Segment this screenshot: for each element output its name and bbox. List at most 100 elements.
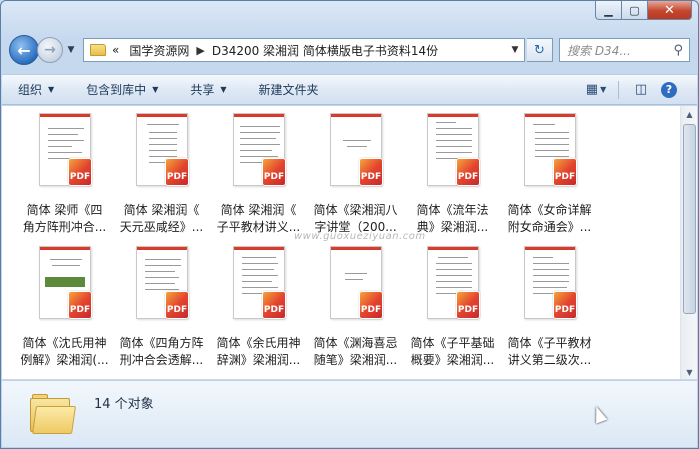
- share-button[interactable]: 共享 ▼: [190, 81, 226, 98]
- change-view-button[interactable]: ▦ ▼: [582, 80, 610, 100]
- file-name-line: 随笔》梁湘润...: [313, 353, 398, 367]
- folder-icon: [90, 44, 106, 56]
- pdf-file-icon: PDF: [262, 158, 286, 186]
- file-item[interactable]: PDF 简体《流年法 典》梁湘润...: [404, 110, 501, 243]
- file-name-line: 简体 梁湘润《: [220, 203, 297, 217]
- file-name-line: 例解》梁湘润(...: [20, 353, 109, 367]
- vertical-scrollbar[interactable]: ▲ ▼: [680, 106, 697, 379]
- file-name: 简体 梁湘润《 子平教材讲义...: [210, 202, 307, 236]
- forward-arrow-icon[interactable]: →: [37, 37, 63, 63]
- file-item[interactable]: PDF 简体《渊海喜忌 随笔》梁湘润...: [307, 243, 404, 376]
- file-item[interactable]: PDF 简体《子平基础 概要》梁湘润...: [404, 243, 501, 376]
- file-name: 简体《四角方阵 刑冲合会透解...: [113, 335, 210, 369]
- item-count: 14 个对象: [94, 397, 154, 412]
- folder-icon: [30, 394, 76, 434]
- search-placeholder: 搜索 D34...: [567, 43, 631, 58]
- scroll-up-icon[interactable]: ▲: [682, 106, 697, 122]
- file-item[interactable]: PDF 简体《女命详解 附女命通会》...: [501, 110, 598, 243]
- view-grid-icon: ▦: [585, 82, 599, 97]
- file-grid: PDF 简体 梁师《四 角方阵刑冲合... PDF 简体 梁湘润《 天元巫咸经》... PD…: [16, 110, 598, 376]
- file-name-line: 子平教材讲义...: [216, 220, 301, 234]
- pdf-file-icon: PDF: [165, 158, 189, 186]
- file-name: 简体《渊海喜忌 随笔》梁湘润...: [307, 335, 404, 369]
- file-name-line: 天元巫咸经》...: [119, 220, 204, 234]
- new-folder-label: 新建文件夹: [258, 83, 319, 97]
- chevron-down-icon: ▼: [600, 85, 607, 94]
- file-name: 简体 梁湘润《 天元巫咸经》...: [113, 202, 210, 236]
- chevron-down-icon: ▼: [220, 85, 227, 94]
- search-input[interactable]: 搜索 D34... ⚲: [559, 38, 690, 62]
- chevron-down-icon[interactable]: ▼: [506, 45, 524, 55]
- file-name-line: 附女命通会》...: [507, 220, 592, 234]
- breadcrumb-overflow[interactable]: «: [112, 43, 119, 57]
- back-arrow-icon[interactable]: ←: [9, 35, 39, 65]
- file-name-line: 简体《女命详解: [507, 203, 592, 217]
- preview-pane-button[interactable]: ◫: [627, 80, 655, 100]
- pdf-file-icon: PDF: [456, 291, 480, 319]
- file-item[interactable]: PDF 简体 梁湘润《 天元巫咸经》...: [113, 110, 210, 243]
- refresh-icon[interactable]: ↻: [527, 38, 553, 62]
- toolbar-separator: [618, 80, 619, 99]
- file-item[interactable]: PDF 简体《梁湘润八 字讲堂（200...: [307, 110, 404, 243]
- pdf-file-icon: PDF: [553, 291, 577, 319]
- pdf-file-icon: PDF: [68, 291, 92, 319]
- pdf-file-icon: PDF: [68, 158, 92, 186]
- file-name-line: 简体《渊海喜忌: [313, 336, 398, 350]
- file-name-line: 简体《四角方阵: [119, 336, 204, 350]
- file-name-line: 简体《沈氏用神: [22, 336, 107, 350]
- file-name-line: 讲义第二级次...: [507, 353, 592, 367]
- file-name: 简体《余氏用神 辞渊》梁湘润...: [210, 335, 307, 369]
- file-name-line: 简体《流年法: [416, 203, 489, 217]
- file-item[interactable]: PDF 简体《子平教材 讲义第二级次...: [501, 243, 598, 376]
- include-in-library-button[interactable]: 包含到库中 ▼: [86, 81, 158, 98]
- file-item[interactable]: PDF 简体《余氏用神 辞渊》梁湘润...: [210, 243, 307, 376]
- file-item[interactable]: PDF 简体 梁湘润《 子平教材讲义...: [210, 110, 307, 243]
- minimize-button[interactable]: ▁: [595, 1, 622, 20]
- breadcrumb-item-root[interactable]: 国学资源网: [129, 42, 189, 59]
- file-name-line: 辞渊》梁湘润...: [216, 353, 301, 367]
- file-name-line: 角方阵刑冲合...: [22, 220, 107, 234]
- file-name: 简体《女命详解 附女命通会》...: [501, 202, 598, 236]
- help-icon: ?: [661, 81, 677, 98]
- navigation-bar: ← → ▼ « 国学资源网 ▶ D34200 梁湘润 简体横版电子书资料14份 …: [9, 34, 690, 66]
- pdf-file-icon: PDF: [456, 158, 480, 186]
- maximize-button[interactable]: ▢: [622, 1, 648, 20]
- breadcrumb-item-current[interactable]: D34200 梁湘润 简体横版电子书资料14份: [212, 42, 438, 59]
- address-bar[interactable]: « 国学资源网 ▶ D34200 梁湘润 简体横版电子书资料14份 ▼: [83, 38, 525, 62]
- file-item[interactable]: PDF 简体《四角方阵 刑冲合会透解...: [113, 243, 210, 376]
- file-name: 简体《沈氏用神 例解》梁湘润(...: [16, 335, 113, 369]
- scroll-down-icon[interactable]: ▼: [682, 364, 697, 379]
- include-library-label: 包含到库中: [86, 83, 147, 97]
- recent-pages-dropdown-icon[interactable]: ▼: [65, 45, 77, 55]
- file-name-line: 刑冲合会透解...: [119, 353, 204, 367]
- pdf-file-icon: PDF: [553, 158, 577, 186]
- file-name-line: 简体《余氏用神: [216, 336, 301, 350]
- file-item[interactable]: PDF 简体《沈氏用神 例解》梁湘润(...: [16, 243, 113, 376]
- organize-button[interactable]: 组织 ▼: [18, 81, 54, 98]
- pdf-file-icon: PDF: [165, 291, 189, 319]
- close-button[interactable]: ✕: [648, 1, 692, 20]
- file-name-line: 简体《梁湘润八: [313, 203, 398, 217]
- file-list-view[interactable]: PDF 简体 梁师《四 角方阵刑冲合... PDF 简体 梁湘润《 天元巫咸经》... PD…: [2, 106, 697, 380]
- pdf-file-icon: PDF: [359, 291, 383, 319]
- pdf-file-icon: PDF: [262, 291, 286, 319]
- organize-label: 组织: [18, 83, 43, 97]
- file-name-line: 简体 梁师《四: [26, 203, 103, 217]
- chevron-right-icon[interactable]: ▶: [196, 44, 204, 57]
- search-icon[interactable]: ⚲: [673, 43, 683, 58]
- chevron-down-icon: ▼: [48, 85, 55, 94]
- command-bar: 组织 ▼ 包含到库中 ▼ 共享 ▼ 新建文件夹 ▦ ▼ ◫ ?: [2, 74, 697, 105]
- file-name: 简体 梁师《四 角方阵刑冲合...: [16, 202, 113, 236]
- file-item[interactable]: PDF 简体 梁师《四 角方阵刑冲合...: [16, 110, 113, 243]
- help-button[interactable]: ?: [655, 80, 683, 100]
- file-name-line: 简体 梁湘润《: [123, 203, 200, 217]
- explorer-window: ▁ ▢ ✕ ← → ▼ « 国学资源网 ▶ D34200 梁湘润 简体横版电子书…: [0, 0, 699, 449]
- scroll-thumb[interactable]: [683, 124, 696, 314]
- file-name: 简体《子平基础 概要》梁湘润...: [404, 335, 501, 369]
- pdf-file-icon: PDF: [359, 158, 383, 186]
- new-folder-button[interactable]: 新建文件夹: [259, 81, 319, 98]
- preview-pane-icon: ◫: [634, 82, 648, 97]
- share-label: 共享: [190, 83, 215, 97]
- watermark-text: www.guoxueziyuan.com: [294, 231, 426, 242]
- file-name-line: 简体《子平基础: [410, 336, 495, 350]
